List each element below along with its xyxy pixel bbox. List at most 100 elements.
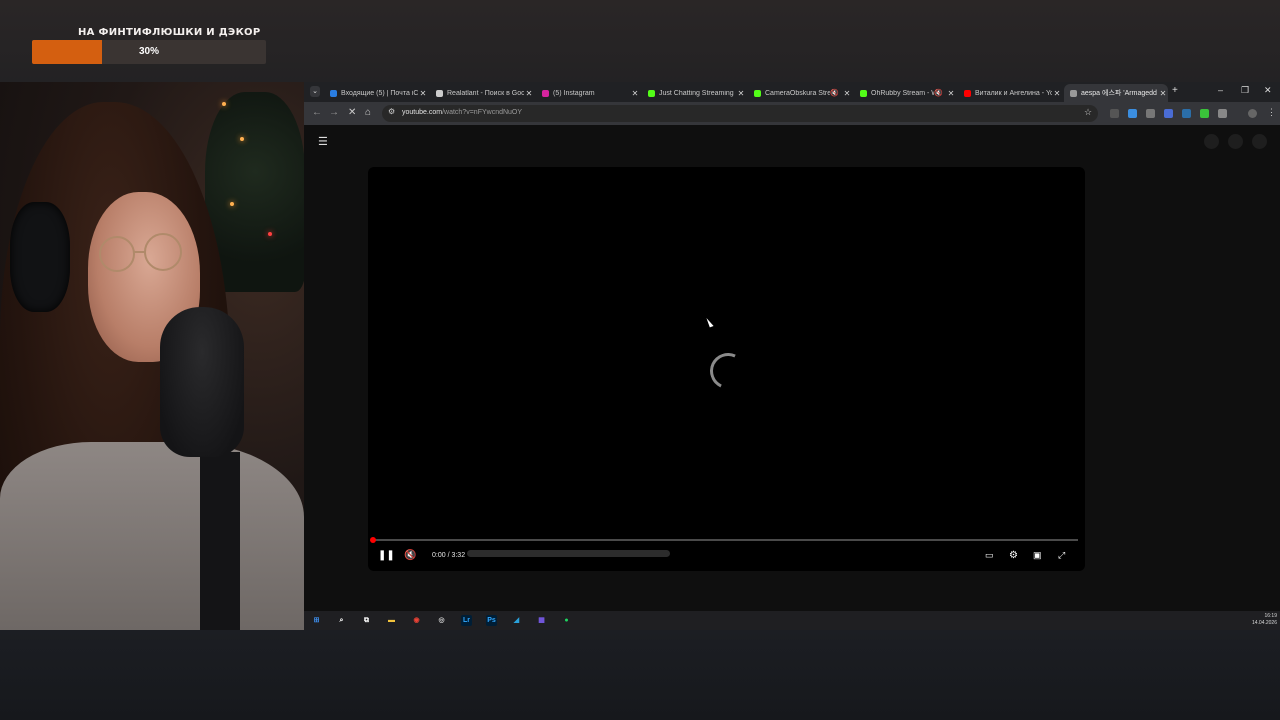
tab-title: CameraObskura Strea bbox=[765, 89, 831, 97]
puzzle-extensions-icon[interactable] bbox=[1218, 109, 1227, 118]
extension-icon[interactable] bbox=[1200, 109, 1209, 118]
tab-favicon-icon bbox=[964, 89, 971, 97]
tab-close-icon[interactable]: ✕ bbox=[418, 89, 428, 98]
tab-favicon-icon bbox=[860, 89, 867, 97]
taskbar-photoshop-icon[interactable]: Ps bbox=[486, 615, 497, 626]
video-progress-bar[interactable] bbox=[372, 539, 1078, 541]
taskbar-app-grid-icon[interactable]: ▦ bbox=[536, 615, 547, 626]
subtitles-icon[interactable]: ▭ bbox=[985, 550, 994, 561]
chevron-down-icon[interactable]: ⌄ bbox=[310, 86, 320, 97]
extension-icon[interactable] bbox=[1128, 109, 1137, 118]
windows-taskbar: ⊞ ⌕ ⧉ ▬ ◉ ◎ Lr Ps ◢ ▦ ● 16:19 14.04.2026 bbox=[304, 611, 1280, 630]
donation-goal-percent: 30% bbox=[138, 46, 159, 57]
stream-top-banner: НА ФИНТИФЛЮШКИ И ДЭКОР 30% bbox=[0, 0, 1280, 82]
stop-loading-icon[interactable]: ✕ bbox=[348, 107, 356, 118]
volume-muted-icon[interactable]: 🔇 bbox=[404, 550, 416, 561]
tree-light bbox=[268, 232, 272, 236]
tab-muted-icon[interactable]: 🔇 bbox=[830, 89, 839, 97]
tab-favicon-icon bbox=[754, 89, 761, 97]
video-time: 0:00 / 3:32 bbox=[432, 552, 466, 559]
youtube-page: ☰ ❚❚ 🔇 0:00 / 3:32 ▭ ⚙ ▣ ⤢ bbox=[304, 125, 1280, 611]
url-text[interactable]: youtube.com/watch?v=nFYwcndNuOY bbox=[402, 109, 522, 116]
webcam-feed bbox=[0, 82, 304, 630]
tab-favicon-icon bbox=[1070, 89, 1077, 97]
tab-title: (5) Instagram bbox=[553, 89, 595, 97]
tree-light bbox=[230, 202, 234, 206]
extension-icon[interactable] bbox=[1164, 109, 1173, 118]
taskbar-spotify-icon[interactable]: ● bbox=[561, 615, 572, 626]
taskbar-windows-start-icon[interactable]: ⊞ bbox=[311, 615, 322, 626]
yt-header-placeholder bbox=[1204, 134, 1219, 149]
taskbar-lightroom-icon[interactable]: Lr bbox=[461, 615, 472, 626]
streamer-sweater bbox=[0, 442, 304, 630]
tab-close-icon[interactable]: ✕ bbox=[736, 89, 746, 98]
bookmark-star-icon[interactable]: ☆ bbox=[1084, 107, 1092, 118]
hamburger-menu-icon[interactable]: ☰ bbox=[318, 135, 328, 148]
taskbar-file-explorer-icon[interactable]: ▬ bbox=[386, 615, 397, 626]
yt-header-placeholder bbox=[1228, 134, 1243, 149]
taskbar-chrome-icon[interactable]: ◉ bbox=[411, 615, 422, 626]
fullscreen-icon[interactable]: ⤢ bbox=[1058, 550, 1065, 561]
browser-tab[interactable]: CameraObskura Strea 🔇 ✕ bbox=[748, 84, 852, 102]
browser-tab[interactable]: aespa 에스파 'Armagedd ✕ bbox=[1064, 84, 1168, 102]
forward-arrow-icon[interactable]: → bbox=[329, 107, 339, 118]
yt-header-placeholder bbox=[1252, 134, 1267, 149]
tab-title: Входящие (5) | Почта iCl bbox=[341, 89, 418, 97]
video-progress-scrubber[interactable] bbox=[370, 537, 376, 543]
taskbar-telegram-icon[interactable]: ◢ bbox=[511, 615, 522, 626]
tab-muted-icon[interactable]: 🔇 bbox=[934, 89, 943, 97]
tab-favicon-icon bbox=[330, 89, 337, 97]
tab-close-icon[interactable]: ✕ bbox=[842, 89, 852, 98]
video-player[interactable]: ❚❚ 🔇 0:00 / 3:32 ▭ ⚙ ▣ ⤢ bbox=[368, 167, 1085, 571]
tab-close-icon[interactable]: ✕ bbox=[630, 89, 640, 98]
browser-tab[interactable]: Realatlant - Поиск в Goo ✕ bbox=[430, 84, 534, 102]
browser-tab[interactable]: Виталик и Ангелина - Yo ✕ bbox=[958, 84, 1062, 102]
mouse-cursor-icon bbox=[706, 316, 714, 328]
tab-title: aespa 에스파 'Armagedd bbox=[1081, 90, 1157, 97]
profile-avatar-icon[interactable] bbox=[1248, 109, 1257, 118]
stream-bottom-area bbox=[0, 630, 1280, 720]
home-icon[interactable]: ⌂ bbox=[365, 107, 371, 118]
tab-title: OhRubby Stream - W bbox=[871, 89, 935, 97]
tab-close-icon[interactable]: ✕ bbox=[946, 89, 956, 98]
url-domain: youtube.com bbox=[402, 109, 443, 116]
loading-spinner-icon bbox=[704, 347, 752, 395]
extension-icon[interactable] bbox=[1182, 109, 1191, 118]
browser-tab[interactable]: OhRubby Stream - W 🔇 ✕ bbox=[854, 84, 956, 102]
settings-gear-icon[interactable]: ⚙ bbox=[1009, 550, 1018, 561]
tree-light bbox=[222, 102, 226, 106]
taskbar-obs-icon[interactable]: ◎ bbox=[436, 615, 447, 626]
tab-title: Виталик и Ангелина - Yo bbox=[975, 89, 1052, 97]
clock-time: 16:19 bbox=[1264, 613, 1277, 619]
tab-close-icon[interactable]: ✕ bbox=[1052, 89, 1062, 98]
glasses bbox=[99, 233, 182, 272]
new-tab-button[interactable]: + bbox=[1172, 85, 1178, 96]
extension-icon[interactable] bbox=[1110, 109, 1119, 118]
taskbar-search-icon[interactable]: ⌕ bbox=[336, 615, 347, 626]
site-info-icon[interactable]: ⚙ bbox=[388, 107, 395, 116]
mic-stand bbox=[200, 452, 240, 630]
browser-tab[interactable]: Входящие (5) | Почта iCl ✕ bbox=[324, 84, 428, 102]
tab-favicon-icon bbox=[542, 89, 549, 97]
clock-date: 14.04.2026 bbox=[1251, 620, 1277, 626]
pause-icon[interactable]: ❚❚ bbox=[378, 550, 395, 561]
donation-goal-bar: 30% bbox=[32, 40, 266, 64]
back-arrow-icon[interactable]: ← bbox=[312, 107, 322, 118]
browser-window: ⌄ Входящие (5) | Почта iCl ✕ Realatlant - … bbox=[304, 82, 1280, 611]
browser-tab[interactable]: (5) Instagram ✕ bbox=[536, 84, 640, 102]
browser-tab[interactable]: Just Chatting Streaming - ✕ bbox=[642, 84, 746, 102]
tab-close-icon[interactable]: ✕ bbox=[1158, 89, 1168, 98]
tab-favicon-icon bbox=[648, 89, 655, 97]
theater-mode-icon[interactable]: ▣ bbox=[1033, 550, 1042, 561]
horizontal-scrollbar[interactable] bbox=[467, 550, 670, 557]
extension-icon[interactable] bbox=[1146, 109, 1155, 118]
restore-button[interactable]: ❐ bbox=[1241, 85, 1249, 96]
donation-goal-title: НА ФИНТИФЛЮШКИ И ДЭКОР bbox=[78, 27, 261, 38]
kebab-menu-icon[interactable]: ⋮ bbox=[1267, 107, 1276, 118]
tree-light bbox=[240, 137, 244, 141]
close-window-button[interactable]: ✕ bbox=[1264, 85, 1272, 96]
microphone bbox=[160, 307, 244, 457]
tab-close-icon[interactable]: ✕ bbox=[524, 89, 534, 98]
taskbar-task-view-icon[interactable]: ⧉ bbox=[361, 615, 372, 626]
minimize-button[interactable]: – bbox=[1218, 85, 1223, 95]
